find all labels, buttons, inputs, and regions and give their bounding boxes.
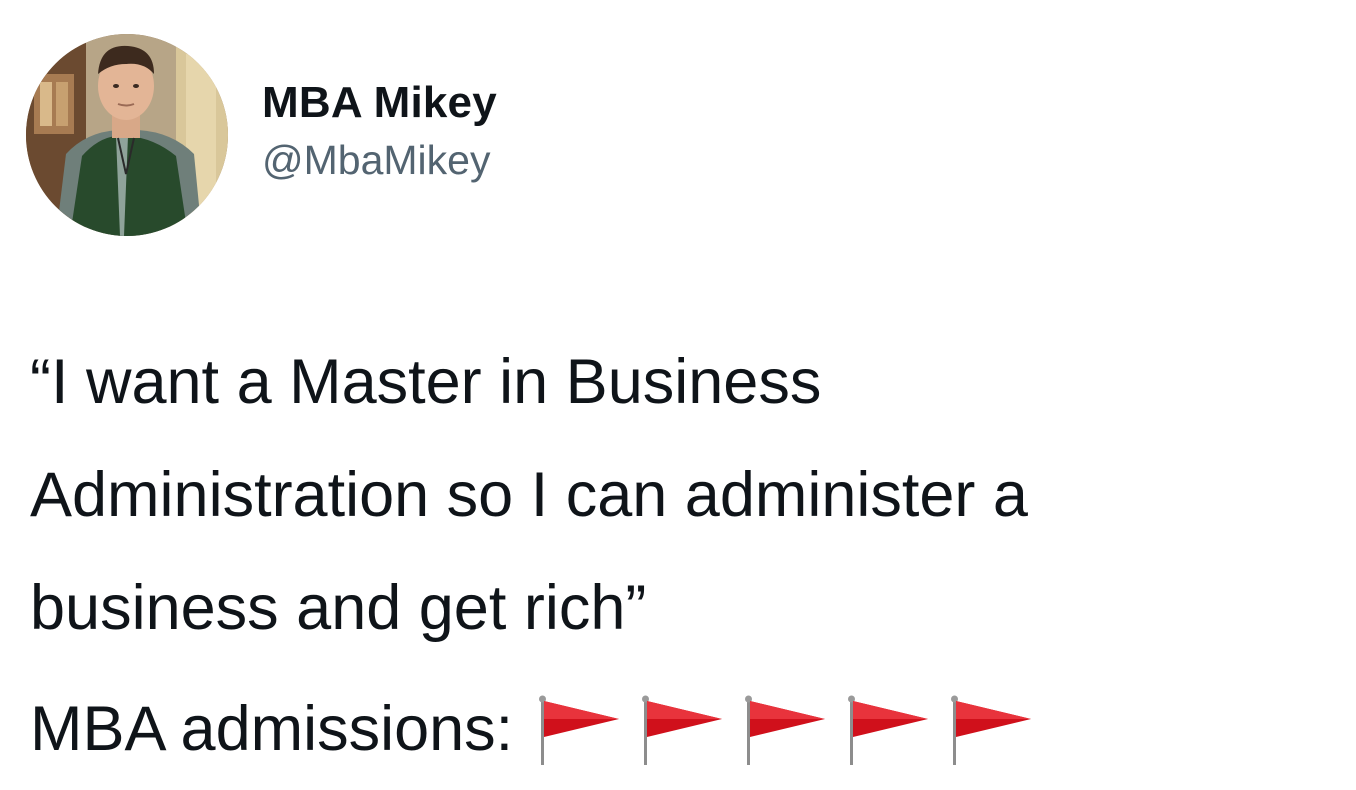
red-flag-icon bbox=[745, 695, 826, 765]
tweet-text-line: Administration so I can administer a bbox=[30, 460, 1028, 530]
display-name[interactable]: MBA Mikey bbox=[262, 76, 497, 130]
tweet-text-line: business and get rich” bbox=[30, 573, 647, 643]
tweet-card: MBA Mikey @MbaMikey “I want a Master in … bbox=[0, 0, 1356, 790]
tweet-text: “I want a Master in Business Administrat… bbox=[30, 326, 1340, 665]
red-flags bbox=[535, 693, 1050, 765]
red-flag-icon bbox=[642, 695, 723, 765]
user-handle[interactable]: @MbaMikey bbox=[262, 134, 497, 186]
avatar-photo bbox=[26, 34, 228, 236]
user-names: MBA Mikey @MbaMikey bbox=[262, 76, 497, 186]
admissions-label: MBA admissions: bbox=[30, 693, 514, 764]
tweet-header: MBA Mikey @MbaMikey bbox=[26, 34, 497, 236]
red-flag-icon bbox=[848, 695, 929, 765]
tweet-text-line: “I want a Master in Business bbox=[30, 347, 822, 417]
red-flag-icon bbox=[951, 695, 1032, 765]
tweet-punchline: MBA admissions: bbox=[30, 672, 1050, 785]
red-flag-icon bbox=[539, 695, 620, 765]
avatar[interactable] bbox=[26, 34, 228, 236]
